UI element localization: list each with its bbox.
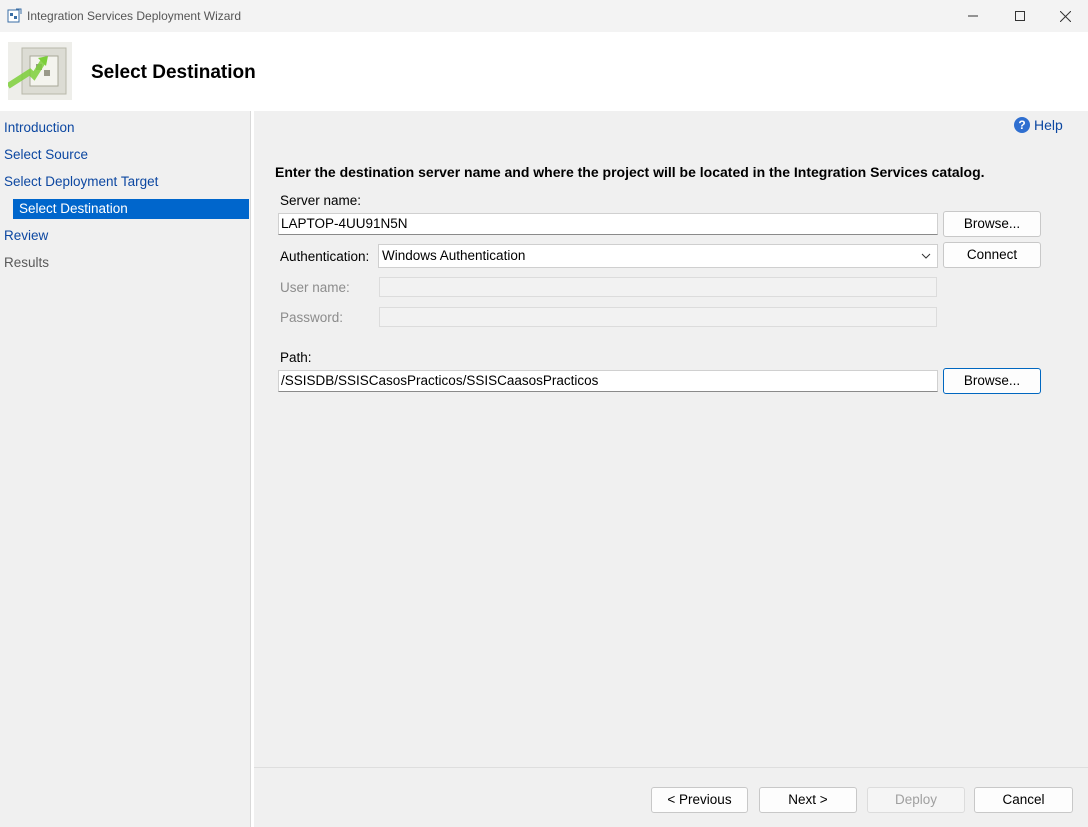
maximize-icon (1015, 11, 1025, 21)
instruction-text: Enter the destination server name and wh… (275, 164, 985, 180)
wizard-banner-icon (6, 42, 72, 100)
password-label: Password: (280, 310, 344, 325)
sidebar-item-review[interactable]: Review (4, 226, 48, 246)
path-label: Path: (280, 350, 312, 365)
authentication-value: Windows Authentication (382, 248, 526, 263)
server-name-input[interactable]: LAPTOP-4UU91N5N (278, 213, 938, 235)
sidebar-item-results: Results (4, 255, 50, 270)
page-title: Select Destination (91, 62, 256, 83)
username-input (379, 277, 937, 297)
close-button[interactable] (1042, 0, 1088, 32)
server-name-label: Server name: (280, 193, 362, 208)
browse-server-button[interactable]: Browse... (943, 211, 1041, 237)
connect-button[interactable]: Connect (943, 242, 1041, 268)
close-icon (1059, 10, 1071, 22)
minimize-button[interactable] (950, 0, 996, 32)
username-label: User name: (280, 280, 350, 295)
title-bar: Integration Services Deployment Wizard (0, 0, 1088, 32)
footer-divider (254, 767, 1088, 768)
sidebar-item-select-source[interactable]: Select Source (4, 145, 88, 165)
window-title: Integration Services Deployment Wizard (27, 9, 242, 23)
authentication-label: Authentication: (280, 249, 370, 264)
password-input (379, 307, 937, 327)
help-icon: ? (1014, 117, 1030, 133)
minimize-icon (968, 15, 978, 17)
chevron-down-icon (921, 245, 931, 275)
browse-path-button[interactable]: Browse... (943, 368, 1041, 394)
wizard-steps-sidebar: Introduction Select Source Select Deploy… (0, 111, 251, 827)
wizard-app-icon (7, 8, 22, 23)
authentication-select[interactable]: Windows Authentication (378, 244, 938, 268)
wizard-header: Select Destination (0, 32, 1088, 111)
path-input[interactable]: /SSISDB/SSISCasosPracticos/SSISCaasosPra… (278, 370, 938, 392)
help-label: Help (1034, 117, 1063, 133)
deploy-button: Deploy (867, 787, 965, 813)
sidebar-item-introduction[interactable]: Introduction (4, 118, 75, 138)
next-button[interactable]: Next > (759, 787, 857, 813)
maximize-button[interactable] (997, 0, 1043, 32)
wizard-content: ? Help Enter the destination server name… (254, 111, 1088, 827)
sidebar-item-select-destination[interactable]: Select Destination (13, 199, 249, 219)
previous-button[interactable]: < Previous (651, 787, 748, 813)
sidebar-item-select-deployment-target[interactable]: Select Deployment Target (4, 172, 158, 192)
help-link[interactable]: ? Help (1014, 117, 1063, 133)
cancel-button[interactable]: Cancel (974, 787, 1073, 813)
